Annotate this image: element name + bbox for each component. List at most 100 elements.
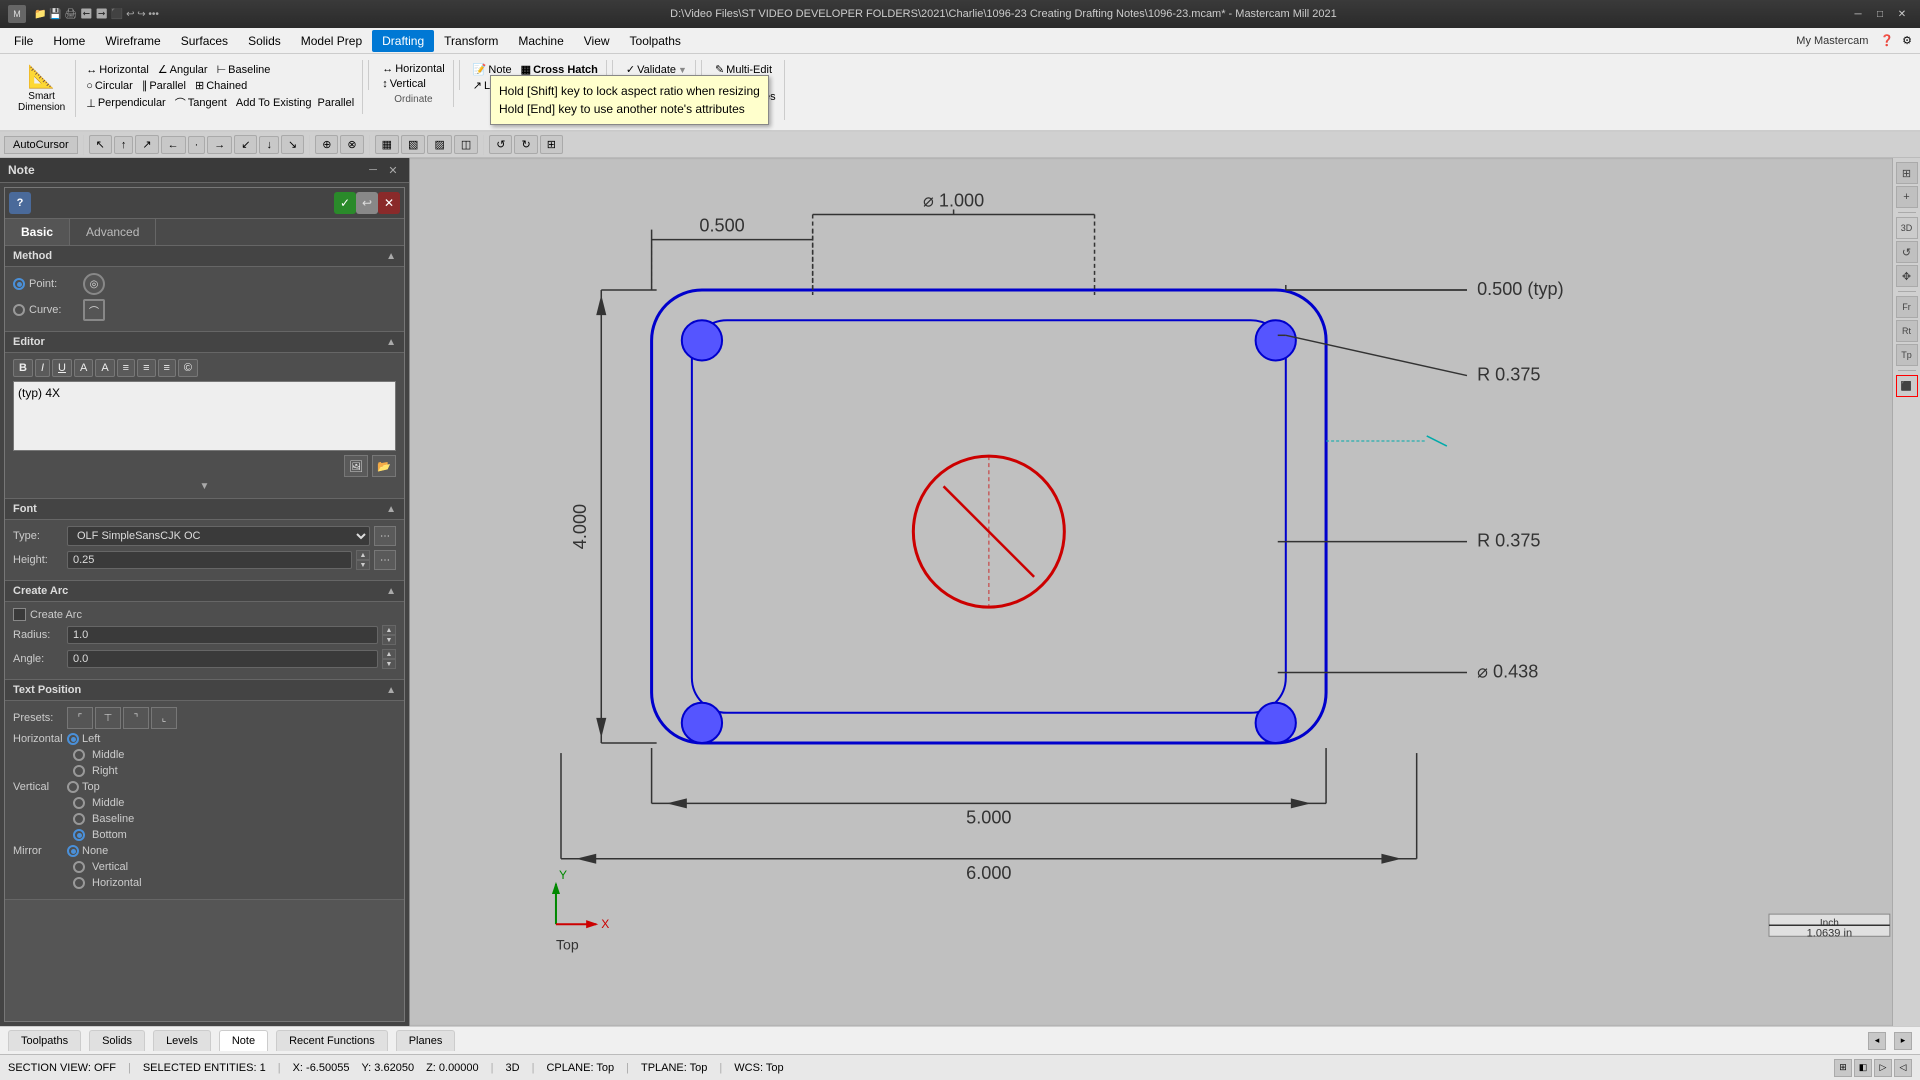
font-height-spinner[interactable]: ▲ ▼: [356, 550, 370, 570]
font-height-down[interactable]: ▼: [356, 560, 370, 570]
cancel-button[interactable]: ✕: [378, 192, 400, 214]
radius-up[interactable]: ▲: [382, 625, 396, 635]
v-bottom-radio[interactable]: [73, 829, 85, 841]
horizontal-dim-button[interactable]: ↔ Horizontal: [82, 63, 153, 77]
redo-snap[interactable]: ↻: [514, 135, 537, 154]
menu-transform[interactable]: Transform: [434, 30, 508, 52]
validate-dropdown-icon[interactable]: ▼: [678, 65, 687, 75]
point-radio[interactable]: [13, 278, 25, 290]
menu-solids[interactable]: Solids: [238, 30, 291, 52]
status-btn1[interactable]: ⊞: [1834, 1059, 1852, 1077]
radius-down[interactable]: ▼: [382, 635, 396, 645]
zoom-in-button[interactable]: +: [1896, 186, 1918, 208]
snap-circle[interactable]: ⊕: [315, 135, 338, 154]
v-top-radio[interactable]: [67, 781, 79, 793]
font-browse-button[interactable]: ⋯: [374, 526, 396, 546]
help-button[interactable]: ?: [9, 192, 31, 214]
h-left-option[interactable]: Left: [67, 733, 100, 745]
cursor-snap-2[interactable]: ↑: [114, 136, 134, 154]
menu-home[interactable]: Home: [43, 30, 95, 52]
window-controls[interactable]: ─ □ ✕: [1848, 4, 1912, 24]
grid-btn4[interactable]: ◫: [454, 135, 478, 154]
view-pan-button[interactable]: ✥: [1896, 265, 1918, 287]
mirror-horiz-radio[interactable]: [73, 877, 85, 889]
apply-button[interactable]: ↩: [356, 192, 378, 214]
cursor-snap-4[interactable]: ←: [161, 136, 186, 154]
special-char-button[interactable]: ©: [178, 359, 198, 377]
menu-toolpaths[interactable]: Toolpaths: [620, 30, 691, 52]
zoom-fit-button[interactable]: ⊞: [1896, 162, 1918, 184]
close-button[interactable]: ✕: [1892, 4, 1912, 24]
tab-basic[interactable]: Basic: [5, 219, 70, 245]
mirror-vert-radio[interactable]: [73, 861, 85, 873]
angle-up[interactable]: ▲: [382, 649, 396, 659]
angular-dim-button[interactable]: ∠ Angular: [154, 62, 212, 77]
view-top-button[interactable]: Tp: [1896, 344, 1918, 366]
text-position-section-header[interactable]: Text Position ▲: [5, 680, 404, 701]
cursor-snap-1[interactable]: ↖: [89, 135, 112, 154]
h-left-radio[interactable]: [67, 733, 79, 745]
extra-snap[interactable]: ⊞: [540, 135, 563, 154]
preset-tl[interactable]: ⌜: [67, 707, 93, 729]
tangent-dim-button[interactable]: ⌒ Tangent: [171, 94, 231, 112]
preset-bl[interactable]: ⌞: [151, 707, 177, 729]
tab-note[interactable]: Note: [219, 1030, 268, 1051]
panel-close-button[interactable]: ✕: [385, 162, 401, 178]
tab-planes[interactable]: Planes: [396, 1030, 456, 1051]
grid-btn3[interactable]: ▨: [427, 135, 451, 154]
circular-dim-button[interactable]: ○ Circular: [82, 79, 137, 93]
perpendicular-dim-button[interactable]: ⊥ Perpendicular: [82, 96, 169, 111]
status-btn2[interactable]: ◧: [1854, 1059, 1872, 1077]
h-right-radio[interactable]: [73, 765, 85, 777]
expand-editor[interactable]: ▼: [13, 481, 396, 492]
angle-input[interactable]: [67, 650, 378, 668]
bold-button[interactable]: B: [13, 359, 33, 377]
snap-cross[interactable]: ⊗: [340, 135, 363, 154]
font-type-select[interactable]: OLF SimpleSansCJK OC: [67, 526, 370, 546]
preset-tc[interactable]: ⊤: [95, 707, 121, 729]
font-color-button[interactable]: A: [74, 359, 93, 377]
tab-toolpaths[interactable]: Toolpaths: [8, 1030, 81, 1051]
preset-tr[interactable]: ⌝: [123, 707, 149, 729]
view-front-button[interactable]: Fr: [1896, 296, 1918, 318]
help-icon[interactable]: ❓: [1876, 34, 1898, 47]
menu-view[interactable]: View: [574, 30, 620, 52]
baseline-dim-button[interactable]: ⊢ Baseline: [213, 62, 275, 77]
ordinate-horiz-button[interactable]: ↔ Horizontal: [378, 62, 449, 76]
status-btn4[interactable]: ◁: [1894, 1059, 1912, 1077]
add-to-existing-button[interactable]: Add To Existing Parallel: [232, 96, 358, 110]
menu-file[interactable]: File: [4, 30, 43, 52]
undo-snap[interactable]: ↺: [489, 135, 512, 154]
menu-wireframe[interactable]: Wireframe: [95, 30, 170, 52]
editor-text-area[interactable]: (typ) 4X: [13, 381, 396, 451]
v-baseline-radio[interactable]: [73, 813, 85, 825]
view-right-button[interactable]: Rt: [1896, 320, 1918, 342]
panel-expand-btn[interactable]: ◂: [1868, 1032, 1886, 1050]
maximize-button[interactable]: □: [1870, 4, 1890, 24]
cursor-snap-6[interactable]: →: [207, 136, 232, 154]
curve-radio[interactable]: [13, 304, 25, 316]
view-rotate-button[interactable]: ↺: [1896, 241, 1918, 263]
method-section-header[interactable]: Method ▲: [5, 246, 404, 267]
radius-input[interactable]: [67, 626, 378, 644]
my-mastercam[interactable]: My Mastercam: [1788, 35, 1876, 47]
align-right-button[interactable]: ≡: [158, 359, 176, 377]
menu-drafting[interactable]: Drafting: [372, 30, 434, 52]
cursor-snap-7[interactable]: ↙: [234, 135, 257, 154]
font-height-browse[interactable]: ⋯: [374, 550, 396, 570]
cursor-snap-9[interactable]: ↘: [281, 135, 304, 154]
tab-recent-functions[interactable]: Recent Functions: [276, 1030, 388, 1051]
tab-levels[interactable]: Levels: [153, 1030, 211, 1051]
ordinate-vert-button[interactable]: ↕ Vertical: [378, 77, 449, 91]
font-section-header[interactable]: Font ▲: [5, 499, 404, 520]
panel-minimize-button[interactable]: ─: [365, 162, 381, 178]
cursor-snap-3[interactable]: ↗: [135, 135, 158, 154]
chained-dim-button[interactable]: ⊞ Chained: [191, 78, 251, 93]
cursor-snap-5[interactable]: ·: [188, 136, 206, 154]
h-middle-radio[interactable]: [73, 749, 85, 761]
underline-button[interactable]: U: [52, 359, 72, 377]
cursor-snap-8[interactable]: ↓: [259, 136, 279, 154]
ok-button[interactable]: ✓: [334, 192, 356, 214]
panel-collapse-btn[interactable]: ▸: [1894, 1032, 1912, 1050]
align-center-button[interactable]: ≡: [137, 359, 155, 377]
